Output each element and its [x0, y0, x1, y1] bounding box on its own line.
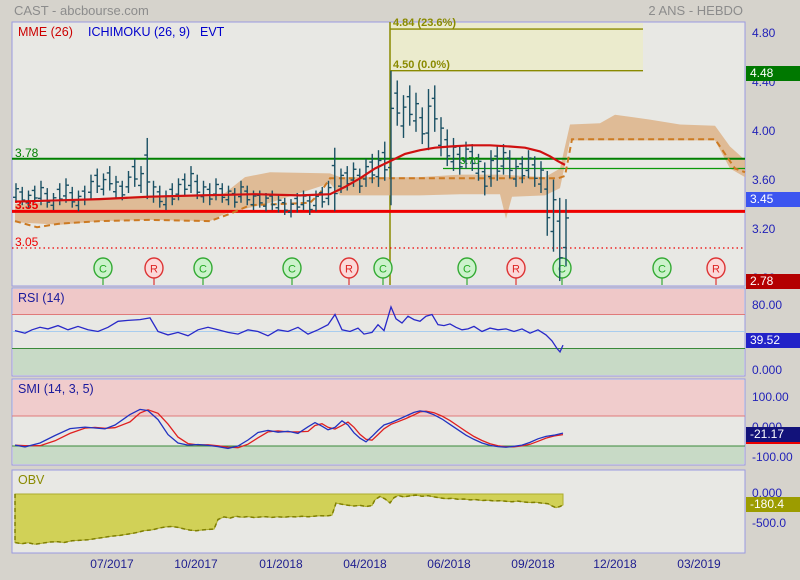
indicator-axis-label: 80.00: [752, 298, 783, 312]
evt-signal-letter: C: [99, 264, 107, 276]
date-axis-label: 06/2018: [427, 557, 471, 571]
date-axis-label: 10/2017: [174, 557, 218, 571]
indicator-axis-label: 100.00: [752, 390, 789, 404]
level-label-3.78: 3.78: [15, 145, 39, 160]
evt-signal-letter: R: [712, 264, 720, 276]
rsi-overbought-zone: [13, 289, 744, 315]
smi-badge-underline: [746, 442, 800, 445]
date-axis-label: 04/2018: [343, 557, 387, 571]
rsi-oversold-zone: [13, 348, 744, 375]
evt-signal-letter: C: [199, 264, 207, 276]
level-label-3.35: 3.35: [15, 198, 39, 213]
evt-signal-letter: R: [512, 264, 520, 276]
date-axis-label: 09/2018: [511, 557, 555, 571]
evt-signal-letter: R: [150, 264, 158, 276]
smi-lower-zone: [13, 446, 744, 464]
indicator-badge: -21.17: [746, 426, 800, 442]
price-axis-label: 3.60: [752, 172, 776, 187]
indicator-axis-label: -100.00: [752, 450, 793, 464]
date-axis-label: 01/2018: [259, 557, 303, 571]
indicator-axis-label: 0.000: [752, 363, 783, 377]
chart-canvas: CRCCRCCRCCR: [11, 21, 746, 554]
smi-panel-label: SMI (14, 3, 5): [18, 382, 94, 396]
obv-panel-label: OBV: [18, 473, 45, 487]
date-axis-label: 12/2018: [593, 557, 637, 571]
evt-signal-letter: C: [288, 264, 296, 276]
indicator-badge: 39.52: [746, 332, 800, 348]
evt-signal-letter: C: [379, 264, 387, 276]
fibonacci-label: 4.84 (23.6%): [393, 17, 456, 30]
legend-ichimoku[interactable]: ICHIMOKU (26, 9): [88, 25, 190, 39]
price-axis-label: 4.80: [752, 26, 776, 40]
date-axis-label: 07/2017: [90, 557, 134, 571]
evt-signal-letter: R: [345, 264, 353, 276]
price-badge: 4.48: [746, 65, 800, 81]
legend-mme[interactable]: MME (26): [18, 25, 73, 39]
rsi-panel-label: RSI (14): [18, 291, 65, 305]
price-badge: 2.78: [746, 273, 800, 289]
price-axis-label: 3.20: [752, 221, 776, 236]
price-axis-label: 4.00: [752, 123, 776, 138]
fibonacci-label: 4.50 (0.0%): [393, 58, 450, 71]
legend-evt[interactable]: EVT: [200, 25, 224, 39]
indicator-badge: -180.4: [746, 497, 800, 513]
indicator-axis-label: -500.0: [752, 516, 787, 530]
level-label-3.05: 3.05: [15, 235, 39, 250]
price-badge: 3.45: [746, 191, 800, 207]
chart-canvas-container: CRCCRCCRCCR: [0, 0, 800, 580]
level-label-3.70: 3.70: [460, 155, 480, 167]
evt-signal-letter: C: [658, 264, 666, 276]
evt-signal-letter: C: [463, 264, 471, 276]
smi-upper-zone: [13, 380, 744, 416]
date-axis-label: 03/2019: [677, 557, 721, 571]
chart-application-window: CAST - abcbourse.com 2 ANS - HEBDO CRCCR…: [0, 0, 800, 580]
